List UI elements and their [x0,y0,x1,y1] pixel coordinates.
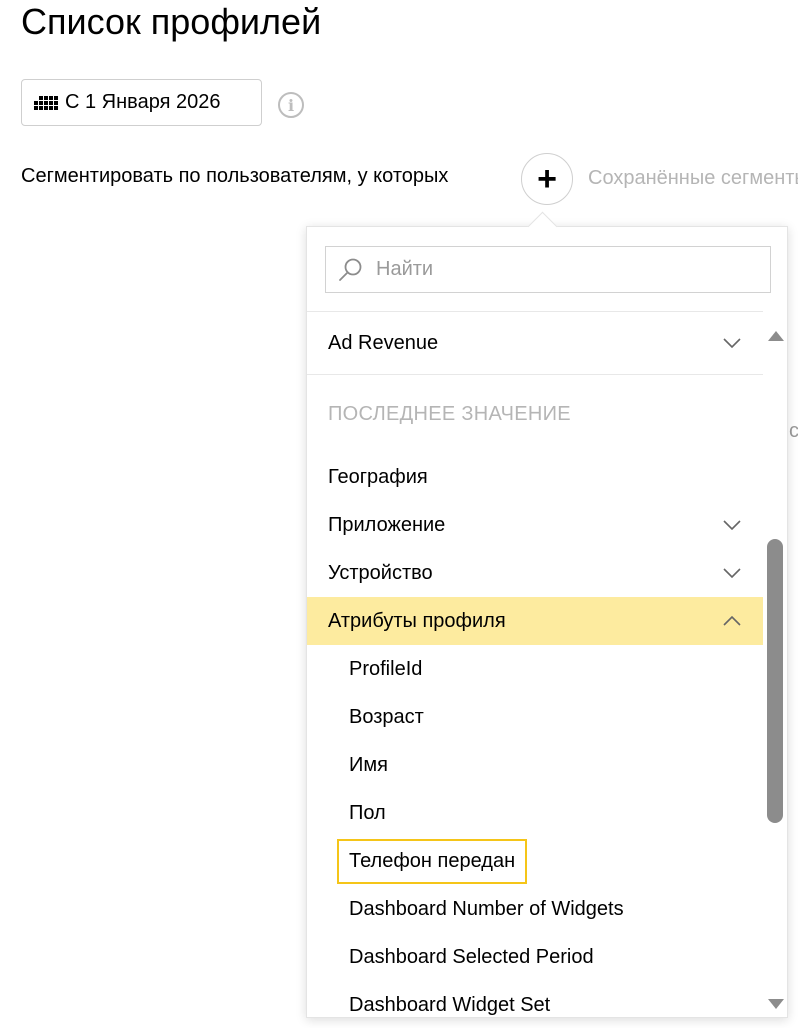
list-item-name[interactable]: Имя [307,741,763,789]
background-text-fragment: с [789,420,798,442]
list-item-label: Атрибуты профиля [328,609,506,632]
search-input[interactable] [374,257,758,282]
list-item-label: Приложение [328,513,446,536]
list-item-label: Возраст [349,705,424,728]
list-item-geography[interactable]: География [307,453,763,501]
calendar-grid-icon [34,95,58,110]
list-item-label: География [328,465,428,488]
list-item-label: Пол [349,801,386,824]
list-item-label: Dashboard Selected Period [349,945,594,968]
add-condition-button[interactable]: + [521,153,573,205]
list-item-dashboard-widget-set[interactable]: Dashboard Widget Set [307,981,763,1017]
attribute-dropdown: Ad Revenue ПОСЛЕДНЕЕ ЗНАЧЕНИЕ География … [306,226,788,1018]
list-item-label: Dashboard Widget Set [349,993,551,1016]
scroll-up-arrow-icon[interactable] [768,331,784,341]
chevron-up-icon [723,616,741,626]
highlight-box: Телефон передан [337,838,528,884]
search-icon [339,258,362,281]
dropdown-scrollbar[interactable] [765,327,785,1009]
list-item-device[interactable]: Устройство [307,549,763,597]
list-item-profile-attributes[interactable]: Атрибуты профиля [307,597,763,645]
plus-icon: + [537,160,557,198]
section-header-last-value: ПОСЛЕДНЕЕ ЗНАЧЕНИЕ [328,402,571,425]
chevron-down-icon [723,568,741,578]
page-title: Список профилей [21,1,322,42]
date-range-button[interactable]: С 1 Января 2026 [21,79,262,126]
chevron-down-icon [723,338,741,348]
list-item-dashboard-number-of-widgets[interactable]: Dashboard Number of Widgets [307,885,763,933]
segment-label: Сегментировать по пользователям, у котор… [21,165,449,187]
list-item-ad-revenue[interactable]: Ad Revenue [307,312,763,374]
list-item-label: Dashboard Number of Widgets [349,897,624,920]
list-item-profile-id[interactable]: ProfileId [307,645,763,693]
attribute-list: Ad Revenue ПОСЛЕДНЕЕ ЗНАЧЕНИЕ География … [307,311,763,1017]
scroll-down-arrow-icon[interactable] [768,999,784,1009]
list-item-application[interactable]: Приложение [307,501,763,549]
info-icon[interactable]: i [278,92,304,118]
profiles-page: Список профилей С 1 Января 2026 i Сегмен… [0,0,798,1028]
list-item-label: ProfileId [349,657,423,680]
list-item-label: Устройство [328,561,433,584]
date-range-label: С 1 Января 2026 [65,91,221,113]
search-field[interactable] [325,246,771,293]
list-item-label: Телефон передан [349,849,516,872]
list-item-label: Имя [349,753,388,776]
list-item-dashboard-selected-period[interactable]: Dashboard Selected Period [307,933,763,981]
list-item-label: Ad Revenue [328,331,439,354]
list-item-age[interactable]: Возраст [307,693,763,741]
list-item-phone-provided[interactable]: Телефон передан [307,837,763,885]
list-item-gender[interactable]: Пол [307,789,763,837]
saved-segments-link[interactable]: Сохранённые сегменты [588,167,798,190]
chevron-down-icon [723,520,741,530]
scroll-thumb[interactable] [767,539,783,823]
